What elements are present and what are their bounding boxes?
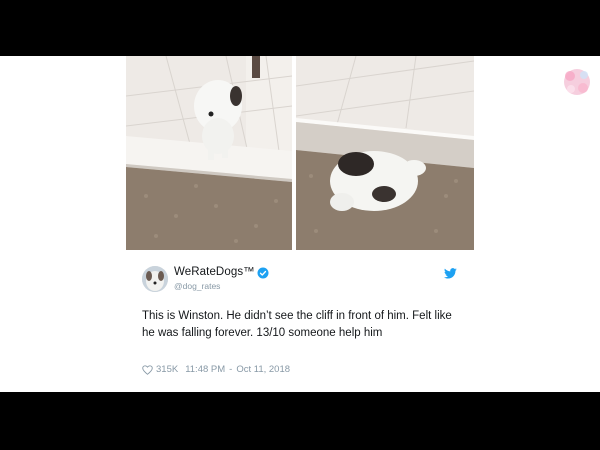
avatar[interactable] [142, 266, 168, 292]
author-display-name[interactable]: WeRateDogs™ [174, 266, 255, 278]
tweet-meta: 315K 11:48 PM - Oct 11, 2018 [142, 364, 290, 375]
tweet-time[interactable]: 11:48 PM [185, 364, 225, 375]
verified-badge-icon [257, 267, 269, 279]
letterbox-bottom [0, 392, 600, 450]
tweet-text: This is Winston. He didn’t see the cliff… [142, 310, 452, 339]
tweet-body: WeRateDogs™ @dog_rates This is Winston. … [126, 250, 474, 392]
twitter-bird-icon[interactable] [444, 268, 457, 279]
author-handle[interactable]: @dog_rates [174, 281, 220, 291]
tweet-card: WeRateDogs™ @dog_rates This is Winston. … [126, 56, 474, 392]
meta-separator: - [229, 364, 233, 375]
heart-icon[interactable] [142, 364, 153, 375]
channel-logo-icon [564, 69, 590, 95]
tweet-date[interactable]: Oct 11, 2018 [236, 364, 290, 375]
photo-puppy-walking[interactable] [126, 56, 292, 250]
photo-puppy-fallen[interactable] [296, 56, 474, 250]
like-count: 315K [156, 364, 179, 375]
tweet-media[interactable] [126, 56, 474, 250]
letterbox-top [0, 0, 600, 56]
